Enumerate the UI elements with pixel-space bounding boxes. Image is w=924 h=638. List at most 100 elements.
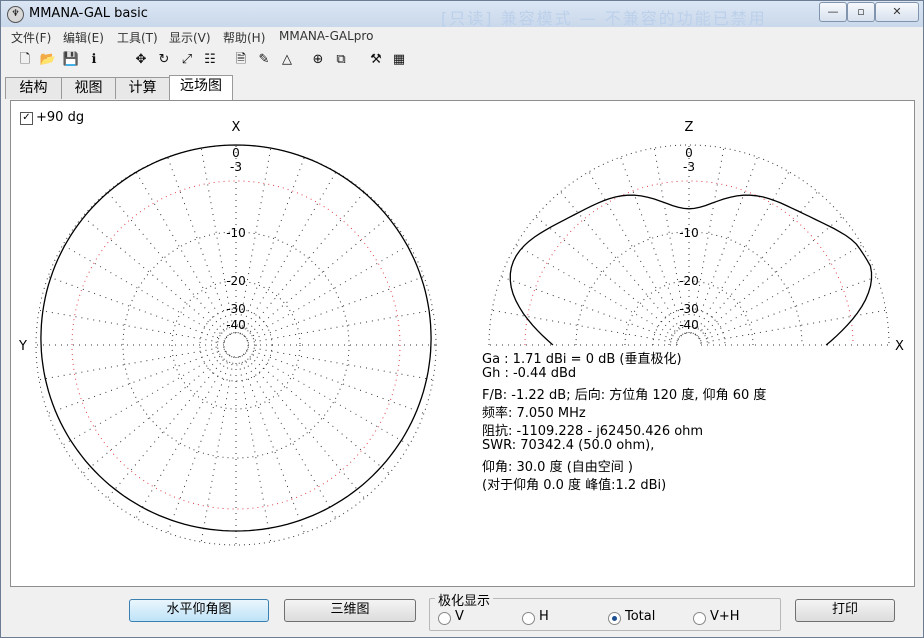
close-button[interactable]: ✕: [875, 2, 919, 22]
grid-spoke: [697, 216, 843, 338]
radio-vh[interactable]: [693, 612, 706, 625]
grid-spoke: [500, 276, 678, 342]
menu-file[interactable]: 文件(F): [11, 29, 51, 46]
grid-spoke: [247, 276, 425, 342]
edit-pen-icon[interactable]: ✎: [255, 51, 273, 69]
grid-spoke: [515, 244, 679, 340]
radio-h[interactable]: [522, 612, 535, 625]
grid-spoke: [588, 171, 684, 335]
plus90-checkbox[interactable]: ✓: [20, 112, 33, 125]
polarization-title: 极化显示: [435, 590, 494, 609]
toolbar: 🗋 📂 💾 ℹ ✥ ↻ ⤢ ☷ 🗎 ✎ △ ⊕ ⧉ ⚒ ▦: [1, 48, 923, 74]
menu-edit[interactable]: 编辑(E): [63, 29, 104, 46]
grid-spoke: [247, 309, 434, 344]
grid-spoke: [135, 355, 231, 519]
grid-spoke: [243, 353, 365, 499]
menu-mmana-galpro[interactable]: MMANA-GALpro: [279, 29, 373, 43]
triangle-icon[interactable]: △: [278, 51, 296, 69]
elevation-plot: 0-3 -10 -20 -30 -40: [488, 144, 890, 346]
horizontal-elevation-button[interactable]: 水平仰角图: [129, 599, 269, 622]
grid-spoke: [107, 191, 229, 337]
grid-ring: [676, 332, 702, 346]
info-front-back: F/B: -1.22 dB; 后向: 方位角 120 度, 仰角 60 度: [482, 388, 767, 403]
new-file-icon[interactable]: 🗋: [16, 51, 34, 69]
grid-spoke: [241, 355, 337, 519]
ring-label: 0: [232, 146, 240, 160]
print-button[interactable]: 打印: [795, 599, 895, 622]
grid-spoke: [620, 156, 686, 334]
copy-icon[interactable]: ⧉: [332, 51, 350, 69]
plus90-label: +90 dg: [36, 110, 85, 125]
azimuth-plot: 0-3 -10 -20 -30 -40: [35, 144, 437, 546]
three-d-button[interactable]: 三维图: [284, 599, 416, 622]
tab-structure[interactable]: 结构: [5, 77, 62, 99]
ring-label: -3: [683, 160, 695, 174]
tools-icon[interactable]: ⚒: [367, 51, 385, 69]
grid-spoke: [241, 171, 337, 335]
tab-view[interactable]: 视图: [61, 77, 116, 99]
radio-v[interactable]: [438, 612, 451, 625]
app-logo-icon: ♆: [7, 6, 24, 23]
radio-total[interactable]: [608, 612, 621, 625]
radio-vh-label: V+H: [710, 609, 740, 624]
scale-icon[interactable]: ⤢: [178, 51, 196, 69]
info-swr: SWR: 70342.4 (50.0 ohm),: [482, 438, 655, 453]
info-gain-gh: Gh : -0.44 dBd: [482, 366, 577, 381]
azimuth-pattern-trace: [40, 144, 432, 532]
menu-view[interactable]: 显示(V): [169, 29, 211, 46]
title-bar[interactable]: ♆ MMANA-GAL basic [只读] 兼容模式 — 不兼容的功能已禁用 …: [1, 1, 923, 28]
grid-spoke: [246, 350, 410, 446]
save-disk-icon[interactable]: 💾: [62, 51, 80, 69]
grid-spoke: [38, 346, 225, 381]
grid-spoke: [692, 156, 758, 334]
tab-calculate[interactable]: 计算: [115, 77, 170, 99]
info-frequency: 频率: 7.050 MHz: [482, 406, 586, 421]
left-side-axis-label: Y: [18, 339, 27, 354]
ring-label: -3: [230, 160, 242, 174]
minimize-button[interactable]: —: [819, 2, 847, 22]
grid-spoke: [62, 244, 226, 340]
info-icon[interactable]: ℹ: [85, 51, 103, 69]
grid-spoke: [491, 309, 678, 344]
grid-spoke: [243, 191, 365, 337]
restore-button[interactable]: ▫: [847, 2, 875, 22]
info-peak: (对于仰角 0.0 度 峰值:1.2 dBi): [482, 478, 667, 493]
grid-spoke: [694, 171, 790, 335]
grid-spoke: [244, 216, 390, 338]
grid-spoke: [47, 348, 225, 414]
grid-spoke: [62, 350, 226, 446]
tab-far-field[interactable]: 远场图: [169, 75, 233, 100]
grid-spoke: [167, 356, 233, 534]
ring-label: -30: [226, 302, 246, 316]
ring-label: -30: [679, 302, 699, 316]
calculator-icon[interactable]: ▦: [390, 51, 408, 69]
grid-spoke: [82, 352, 228, 474]
grid-ring: [171, 280, 301, 410]
menu-help[interactable]: 帮助(H): [223, 29, 265, 46]
grid-spoke: [167, 156, 233, 334]
grid-spoke: [560, 191, 682, 337]
title-overlay-text: [只读] 兼容模式 — 不兼容的功能已禁用: [441, 9, 767, 28]
menu-tools[interactable]: 工具(T): [117, 29, 158, 46]
right-top-axis-label: Z: [685, 120, 694, 135]
radio-h-label: H: [539, 609, 549, 624]
grid-spoke: [82, 216, 228, 338]
grid-spoke: [47, 276, 225, 342]
grid-ring: [122, 231, 350, 459]
grid-ring: [223, 332, 249, 358]
grid-spoke: [239, 156, 305, 334]
move-arrows-icon[interactable]: ✥: [132, 51, 150, 69]
equalizer-icon[interactable]: ☷: [201, 51, 219, 69]
target-icon[interactable]: ⊕: [309, 51, 327, 69]
far-field-panel: 0 -3 -10 -20 -30 -40 0 -3 -10 -20 -30 -40 X Y Z X …: [10, 100, 915, 587]
open-folder-icon[interactable]: 📂: [39, 51, 57, 69]
grid-spoke: [107, 353, 229, 499]
ring-label: 0: [685, 146, 693, 160]
ring-label: -20: [679, 274, 699, 288]
document-icon[interactable]: 🗎: [232, 51, 250, 69]
ring-label: -40: [226, 318, 246, 332]
ring-label: -20: [226, 274, 246, 288]
grid-spoke: [244, 352, 390, 474]
grid-spoke: [535, 216, 681, 338]
rotate-icon[interactable]: ↻: [155, 51, 173, 69]
